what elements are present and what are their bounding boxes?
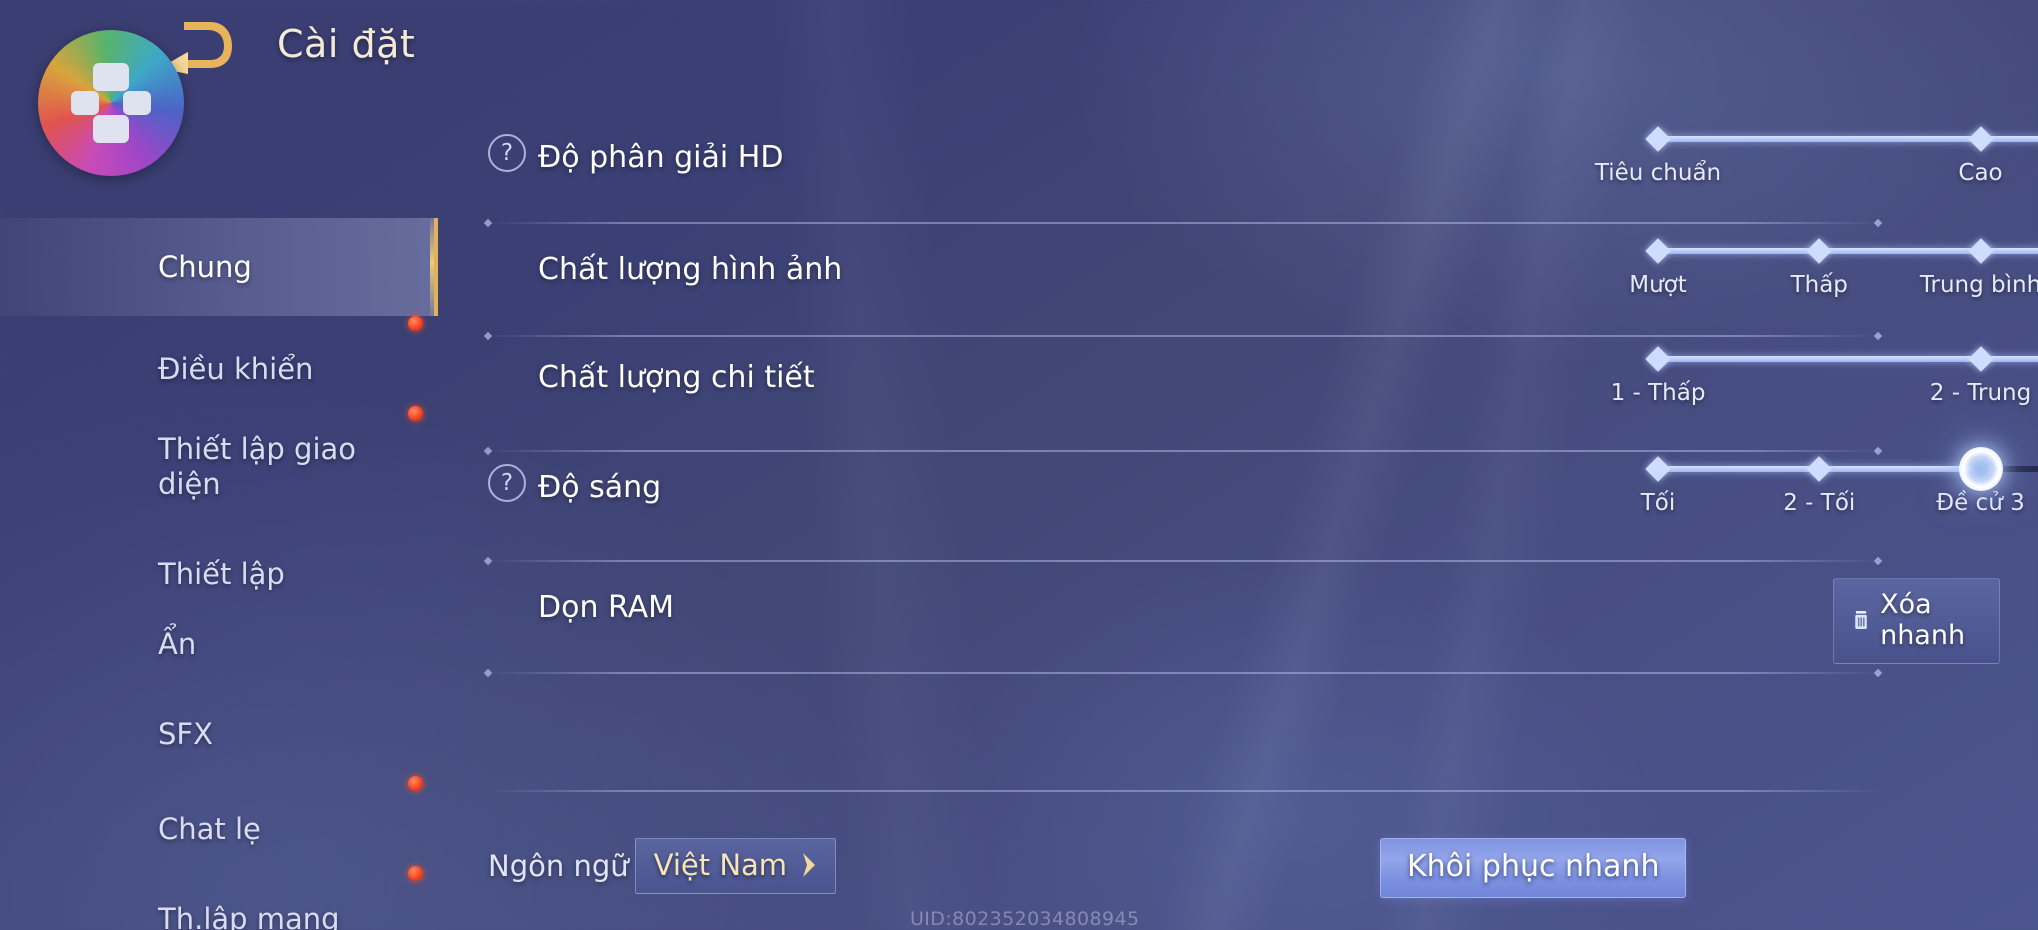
sidebar-item-6[interactable]: SFX [0, 685, 438, 783]
slider-3[interactable]: 1 - Thấp2 - Trung3 - Cao [1611, 338, 2038, 414]
row-divider [488, 335, 1878, 337]
slider-tick-label: Tối [1640, 490, 1676, 516]
slider-4[interactable]: Tối2 - TốiĐề cử 34 - SángSáng [1641, 447, 2038, 524]
row-divider [488, 672, 1878, 674]
slider-tick-label: Tiêu chuẩn [1594, 160, 1722, 186]
slider-tick-label: Đề cử 3 [1936, 490, 2025, 516]
slider-tick-diamond-icon [1645, 126, 1671, 152]
slider-tick-label: Trung bình [1919, 272, 2038, 298]
settings-row-2: Chất lượng hình ảnhMượtThấpTrung bìnhCao… [488, 238, 2038, 332]
slider-tick-diamond-icon [1967, 126, 1994, 152]
clear-ram-button-label: Xóa nhanh [1880, 589, 1966, 651]
settings-row-1: ?Độ phân giải HDTiêu chuẩnCaoSiêu cao [488, 126, 2038, 220]
settings-row-4: ?Độ sángTối2 - TốiĐề cử 34 - SángSáng [488, 447, 2038, 550]
slider-tick-diamond-icon [1645, 238, 1671, 264]
language-select-button[interactable]: Việt Nam [634, 838, 837, 894]
slider-2[interactable]: MượtThấpTrung bìnhCaoHD [1629, 230, 2038, 306]
sidebar-item-label: Th.lập mạng [158, 902, 340, 930]
settings-row-label: Độ phân giải HD [538, 140, 784, 175]
sidebar-item-label: Thiết lập giao diện [158, 432, 357, 502]
sidebar-item-label: Chat lẹ [158, 812, 261, 846]
sidebar-item-label: Điều khiển [158, 352, 314, 386]
settings-row-5: Dọn RAM Xóa nhanh [488, 578, 2000, 670]
trash-icon [1855, 611, 1867, 629]
sidebar-item-label: Chung [158, 250, 252, 284]
settings-row-label: Độ sáng [538, 470, 662, 505]
settings-row-label: Chất lượng hình ảnh [538, 252, 843, 287]
slider-1[interactable]: Tiêu chuẩnCaoSiêu cao [1595, 118, 2038, 194]
sidebar-item-label: Thiết lập [158, 557, 285, 591]
chevron-right-icon [803, 853, 816, 877]
slider-tick-diamond-icon [1806, 456, 1832, 482]
page-title: Cài đặt [277, 22, 416, 66]
sidebar-item-badge [408, 406, 423, 421]
sidebar-item-1[interactable]: Chung [0, 218, 438, 316]
sidebar: Chung Điều khiển Thiết lập giao diện Thiết … [0, 105, 438, 930]
language-label: Ngôn ngữ [488, 849, 629, 883]
sidebar-item-badge [408, 866, 423, 881]
restore-label: Khôi phục nhanh [1407, 849, 1660, 884]
slider-tick-label: Cao [1958, 160, 2003, 186]
row-divider [488, 560, 1878, 562]
uid-text: UID:802352034808945 [910, 908, 1140, 930]
language-value: Việt Nam [653, 848, 788, 882]
slider-tick-label: Thấp [1790, 272, 1848, 298]
slider-tick-diamond-icon [1645, 456, 1671, 482]
help-icon[interactable]: ? [488, 134, 526, 172]
settings-row-label: Dọn RAM [538, 590, 675, 625]
slider-tick-label: Mượt [1629, 272, 1687, 298]
slider-tick-diamond-icon [1806, 238, 1832, 264]
row-divider [488, 222, 1878, 224]
sidebar-item-3[interactable]: Thiết lập giao diện [0, 406, 438, 508]
sidebar-item-badge [408, 776, 423, 791]
sidebar-item-7[interactable]: Chat lẹ [0, 776, 438, 878]
slider-tick-label: 2 - Trung [1929, 380, 2032, 406]
slider-tick-diamond-icon [1967, 238, 1994, 264]
sidebar-item-2[interactable]: Điều khiển [0, 316, 438, 418]
sidebar-item-label: SFX [158, 717, 213, 751]
settings-row-3: Chất lượng chi tiết1 - Thấp2 - Trung3 - … [488, 346, 2038, 440]
sidebar-item-label: Ẩn [158, 627, 197, 661]
footer-divider [488, 790, 1878, 792]
slider-tick-label: 2 - Tối [1783, 490, 1856, 516]
sidebar-item-5[interactable]: Ẩn [0, 595, 438, 693]
clear-ram-button[interactable]: Xóa nhanh [1833, 578, 2000, 664]
slider-thumb[interactable] [1958, 447, 2003, 491]
slider-tick-label: 1 - Thấp [1610, 380, 1706, 406]
language-setting: Ngôn ngữ Việt Nam [488, 838, 837, 894]
slider-tick-diamond-icon [1967, 346, 1994, 372]
sidebar-item-badge [408, 316, 423, 331]
help-icon[interactable]: ? [488, 464, 526, 502]
restore-defaults-button[interactable]: Khôi phục nhanh [1380, 838, 1687, 898]
sidebar-item-8[interactable]: Th.lập mạng [0, 866, 438, 930]
settings-row-label: Chất lượng chi tiết [538, 360, 815, 395]
slider-tick-diamond-icon [1645, 346, 1671, 372]
